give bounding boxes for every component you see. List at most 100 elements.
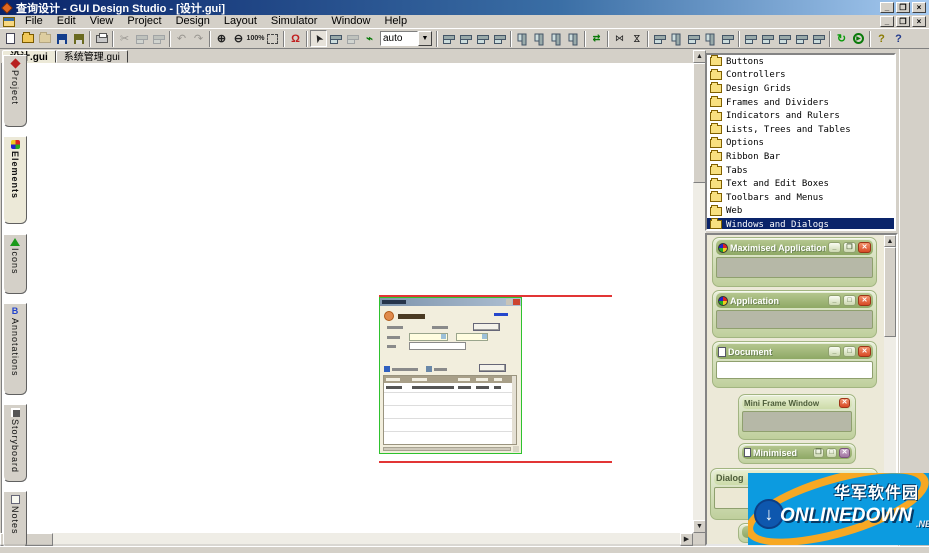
align-center-button[interactable] [457,30,474,47]
notes-icon [10,495,20,504]
category-indicators-rulers[interactable]: Indicators and Rulers [707,109,894,123]
preview-maximised-application[interactable]: Maximised Application _ ❐ ✕ [712,237,877,287]
make-same-height-button[interactable]: ⋈ [628,30,645,47]
close-button[interactable]: × [912,2,926,13]
align-justify-button[interactable] [491,30,508,47]
tab-system-mgmt-gui[interactable]: 系统管理.gui [55,50,128,63]
preview-mini-frame-window[interactable]: Mini Frame Window ✕ [738,394,856,440]
pointer-tool-button[interactable]: ➤ [310,30,327,47]
watermark-tld-text: .NET [916,519,929,529]
menu-project[interactable]: Project [120,15,168,28]
layout-horizontal-button[interactable] [651,30,668,47]
category-frames-dividers[interactable]: Frames and Dividers [707,96,894,110]
category-lists-trees-tables[interactable]: Lists, Trees and Tables [707,123,894,137]
align-right-button[interactable] [474,30,491,47]
run-simulation-button[interactable]: ▶ [850,30,867,47]
open-button[interactable] [19,30,36,47]
redo-button[interactable]: ↷ [190,30,207,47]
preview-application[interactable]: Application _ □ ✕ [712,290,877,338]
mockup-window[interactable] [379,297,522,454]
folder-icon [710,109,722,121]
zoom-in-button[interactable]: ⊕ [213,30,230,47]
send-to-back-button[interactable] [793,30,810,47]
layout-stack-button[interactable] [702,30,719,47]
side-tab-notes[interactable]: Notes [3,491,27,549]
print-button[interactable] [93,30,110,47]
save-all-button[interactable] [70,30,87,47]
refresh-button[interactable]: ↻ [833,30,850,47]
align-left-button[interactable] [440,30,457,47]
preview-vscroll-thumb[interactable] [884,247,896,337]
category-ribbon-bar[interactable]: Ribbon Bar [707,150,894,164]
layout-vertical-button[interactable] [668,30,685,47]
make-same-width-button[interactable]: ⋈ [611,30,628,47]
save-button[interactable] [53,30,70,47]
category-web[interactable]: Web [707,204,894,219]
align-top-button[interactable] [514,30,531,47]
side-tab-storyboard[interactable]: Storyboard [3,404,27,482]
child-restore-button[interactable]: ❐ [896,16,910,27]
menu-file[interactable]: File [18,15,50,28]
copy-button[interactable] [133,30,150,47]
align-baseline-button[interactable] [565,30,582,47]
new-button[interactable] [2,30,19,47]
align-middle-button[interactable] [531,30,548,47]
category-toolbars-menus[interactable]: Toolbars and Menus [707,191,894,205]
layout-grid-button[interactable] [685,30,702,47]
menu-help[interactable]: Help [377,15,414,28]
canvas-hscroll-right-button[interactable]: ▶ [680,533,693,546]
help-button[interactable]: ? [873,30,890,47]
snap-magnet-button[interactable]: Ω [287,30,304,47]
side-tab-project[interactable]: Project [3,55,27,127]
side-tab-elements[interactable]: Elements [3,136,27,224]
connect-tool-button[interactable]: ⌁ [361,30,378,47]
bring-forward-button[interactable] [742,30,759,47]
menu-simulator[interactable]: Simulator [264,15,324,28]
send-backward-button[interactable] [759,30,776,47]
category-tabs[interactable]: Tabs [707,164,894,178]
edit-element-button[interactable] [344,30,361,47]
category-windows-dialogs[interactable]: Windows and Dialogs [707,218,894,229]
mdi-child-icon[interactable] [3,16,15,27]
swap-button[interactable]: ⇄ [588,30,605,47]
connector-mode-dropdown[interactable]: auto ▼ [380,31,432,47]
guide-line-bottom[interactable] [379,461,612,463]
align-bottom-button[interactable] [548,30,565,47]
category-text-edit-boxes[interactable]: Text and Edit Boxes [707,177,894,191]
restore-button[interactable]: ❐ [896,2,910,13]
menu-window[interactable]: Window [324,15,377,28]
preview-minimised[interactable]: Minimised ❐ □ ✕ [738,443,856,464]
connector-mode-value[interactable]: auto [380,31,418,46]
child-minimize-button[interactable]: _ [880,16,894,27]
select-elements-button[interactable] [327,30,344,47]
side-tab-icons[interactable]: Icons [3,234,27,294]
bring-to-front-button[interactable] [776,30,793,47]
paste-button[interactable] [150,30,167,47]
category-design-grids[interactable]: Design Grids [707,82,894,96]
zoom-out-button[interactable]: ⊖ [230,30,247,47]
category-controllers[interactable]: Controllers [707,68,894,83]
context-help-button[interactable]: ? [890,30,907,47]
canvas-hscroll-track[interactable] [0,533,693,546]
preview-document[interactable]: Document _ □ ✕ [712,341,877,388]
category-options[interactable]: Options [707,136,894,151]
cut-button[interactable]: ✂ [116,30,133,47]
minimize-button[interactable]: _ [880,2,894,13]
category-label: Controllers [726,70,786,81]
child-close-button[interactable]: × [912,16,926,27]
zoom-fit-button[interactable] [264,30,281,47]
undo-button[interactable]: ↶ [173,30,190,47]
preview-vscroll-up-button[interactable]: ▲ [884,235,896,247]
menu-design[interactable]: Design [169,15,217,28]
category-buttons[interactable]: Buttons [707,55,894,69]
dropdown-arrow-icon[interactable]: ▼ [418,31,432,46]
menu-layout[interactable]: Layout [217,15,264,28]
side-tab-annotations[interactable]: B Annotations [3,303,27,395]
import-button[interactable] [36,30,53,47]
zoom-100-button[interactable]: 100% [247,30,265,47]
menu-view[interactable]: View [83,15,121,28]
menu-edit[interactable]: Edit [50,15,83,28]
layout-table-button[interactable] [719,30,736,47]
design-canvas[interactable] [1,63,693,533]
group-button[interactable] [810,30,827,47]
